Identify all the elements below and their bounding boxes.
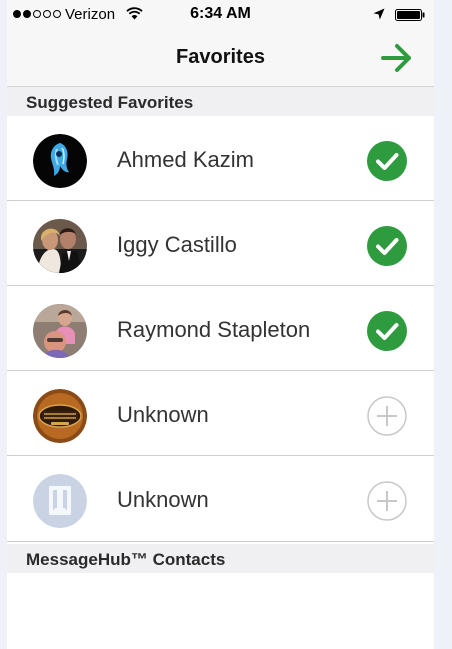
contact-name: Unknown <box>117 402 209 427</box>
steampunk-avatar <box>33 389 87 443</box>
contact-name: Unknown <box>117 487 209 512</box>
section-header-suggested: Suggested Favorites <box>7 87 434 116</box>
contact-name: Raymond Stapleton <box>117 317 311 342</box>
add-circle-icon[interactable] <box>367 396 407 436</box>
add-circle-icon[interactable] <box>367 481 407 521</box>
location-arrow-icon <box>373 8 385 20</box>
battery-icon <box>395 9 425 21</box>
navigation-bar: Favorites <box>7 30 434 87</box>
raymond-avatar <box>33 304 87 358</box>
ahmed-avatar <box>33 134 87 188</box>
list-item[interactable]: Iggy Castillo <box>7 201 434 286</box>
list-item[interactable]: Unknown <box>7 371 434 456</box>
list-item[interactable]: Unknown <box>7 456 434 542</box>
contact-name: Ahmed Kazim <box>117 147 254 172</box>
placeholder-avatar <box>33 474 87 528</box>
contact-name: Iggy Castillo <box>117 232 237 257</box>
status-bar: Verizon 6:34 AM <box>7 0 434 30</box>
page-title: Favorites <box>176 46 265 68</box>
list-item[interactable]: Ahmed Kazim <box>7 116 434 201</box>
arrow-right-icon[interactable] <box>379 40 415 76</box>
app-screen: Verizon 6:34 AM Favorites Suggested Favo… <box>7 0 434 649</box>
checkmark-icon[interactable] <box>367 141 407 181</box>
iggy-avatar <box>33 219 87 273</box>
checkmark-icon[interactable] <box>367 226 407 266</box>
favorites-list: Ahmed Kazim Iggy Castillo Raymond Staple… <box>7 116 434 542</box>
section-header-contacts: MessageHub™ Contacts <box>7 544 434 573</box>
checkmark-icon[interactable] <box>367 311 407 351</box>
list-item[interactable]: Raymond Stapleton <box>7 286 434 371</box>
status-time: 6:34 AM <box>190 5 251 22</box>
